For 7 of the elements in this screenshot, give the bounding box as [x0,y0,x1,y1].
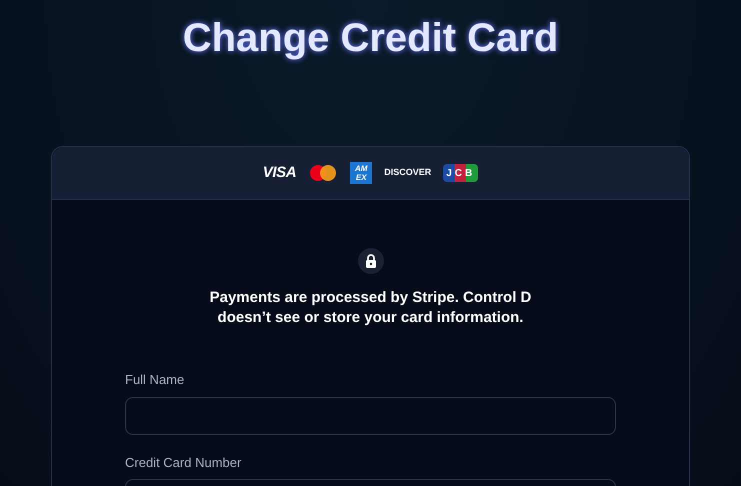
amex-logo: AM EX [350,162,372,184]
page-title: Change Credit Card [182,15,558,62]
visa-logo: VISA [262,162,296,183]
field-label: Full Name [125,371,186,389]
discover-logo: DISCOVER [384,166,432,180]
field-label: Credit Card Number [125,454,242,472]
stripe-notice: Payments are processed by Stripe. Control D doesn’t see or store your card information. [208,288,532,328]
